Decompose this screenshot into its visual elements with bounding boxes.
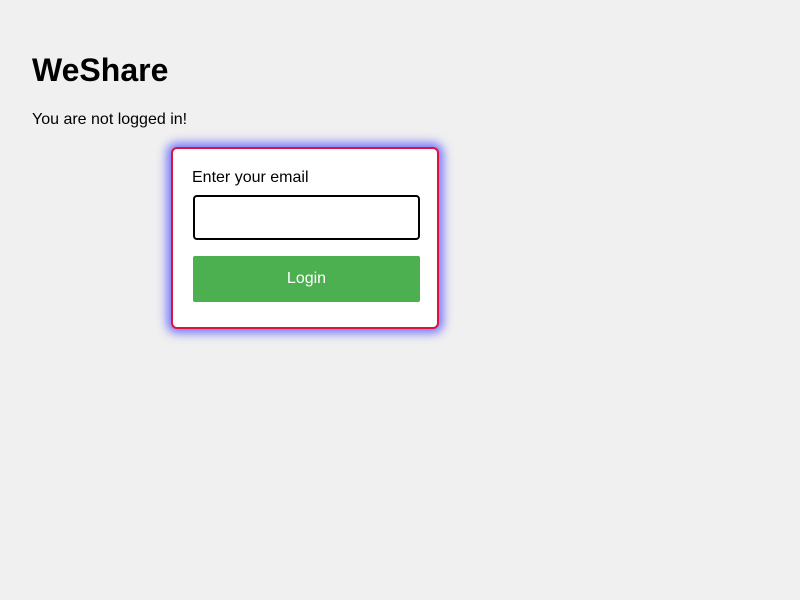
page: WeShare You are not logged in! Enter you… [0, 0, 800, 600]
login-form-card: Enter your email Login [171, 147, 439, 329]
email-input[interactable] [193, 195, 420, 240]
login-status-text: You are not logged in! [32, 111, 188, 128]
login-button[interactable]: Login [193, 256, 420, 302]
email-label: Enter your email [192, 169, 309, 186]
app-title: WeShare [32, 52, 169, 88]
